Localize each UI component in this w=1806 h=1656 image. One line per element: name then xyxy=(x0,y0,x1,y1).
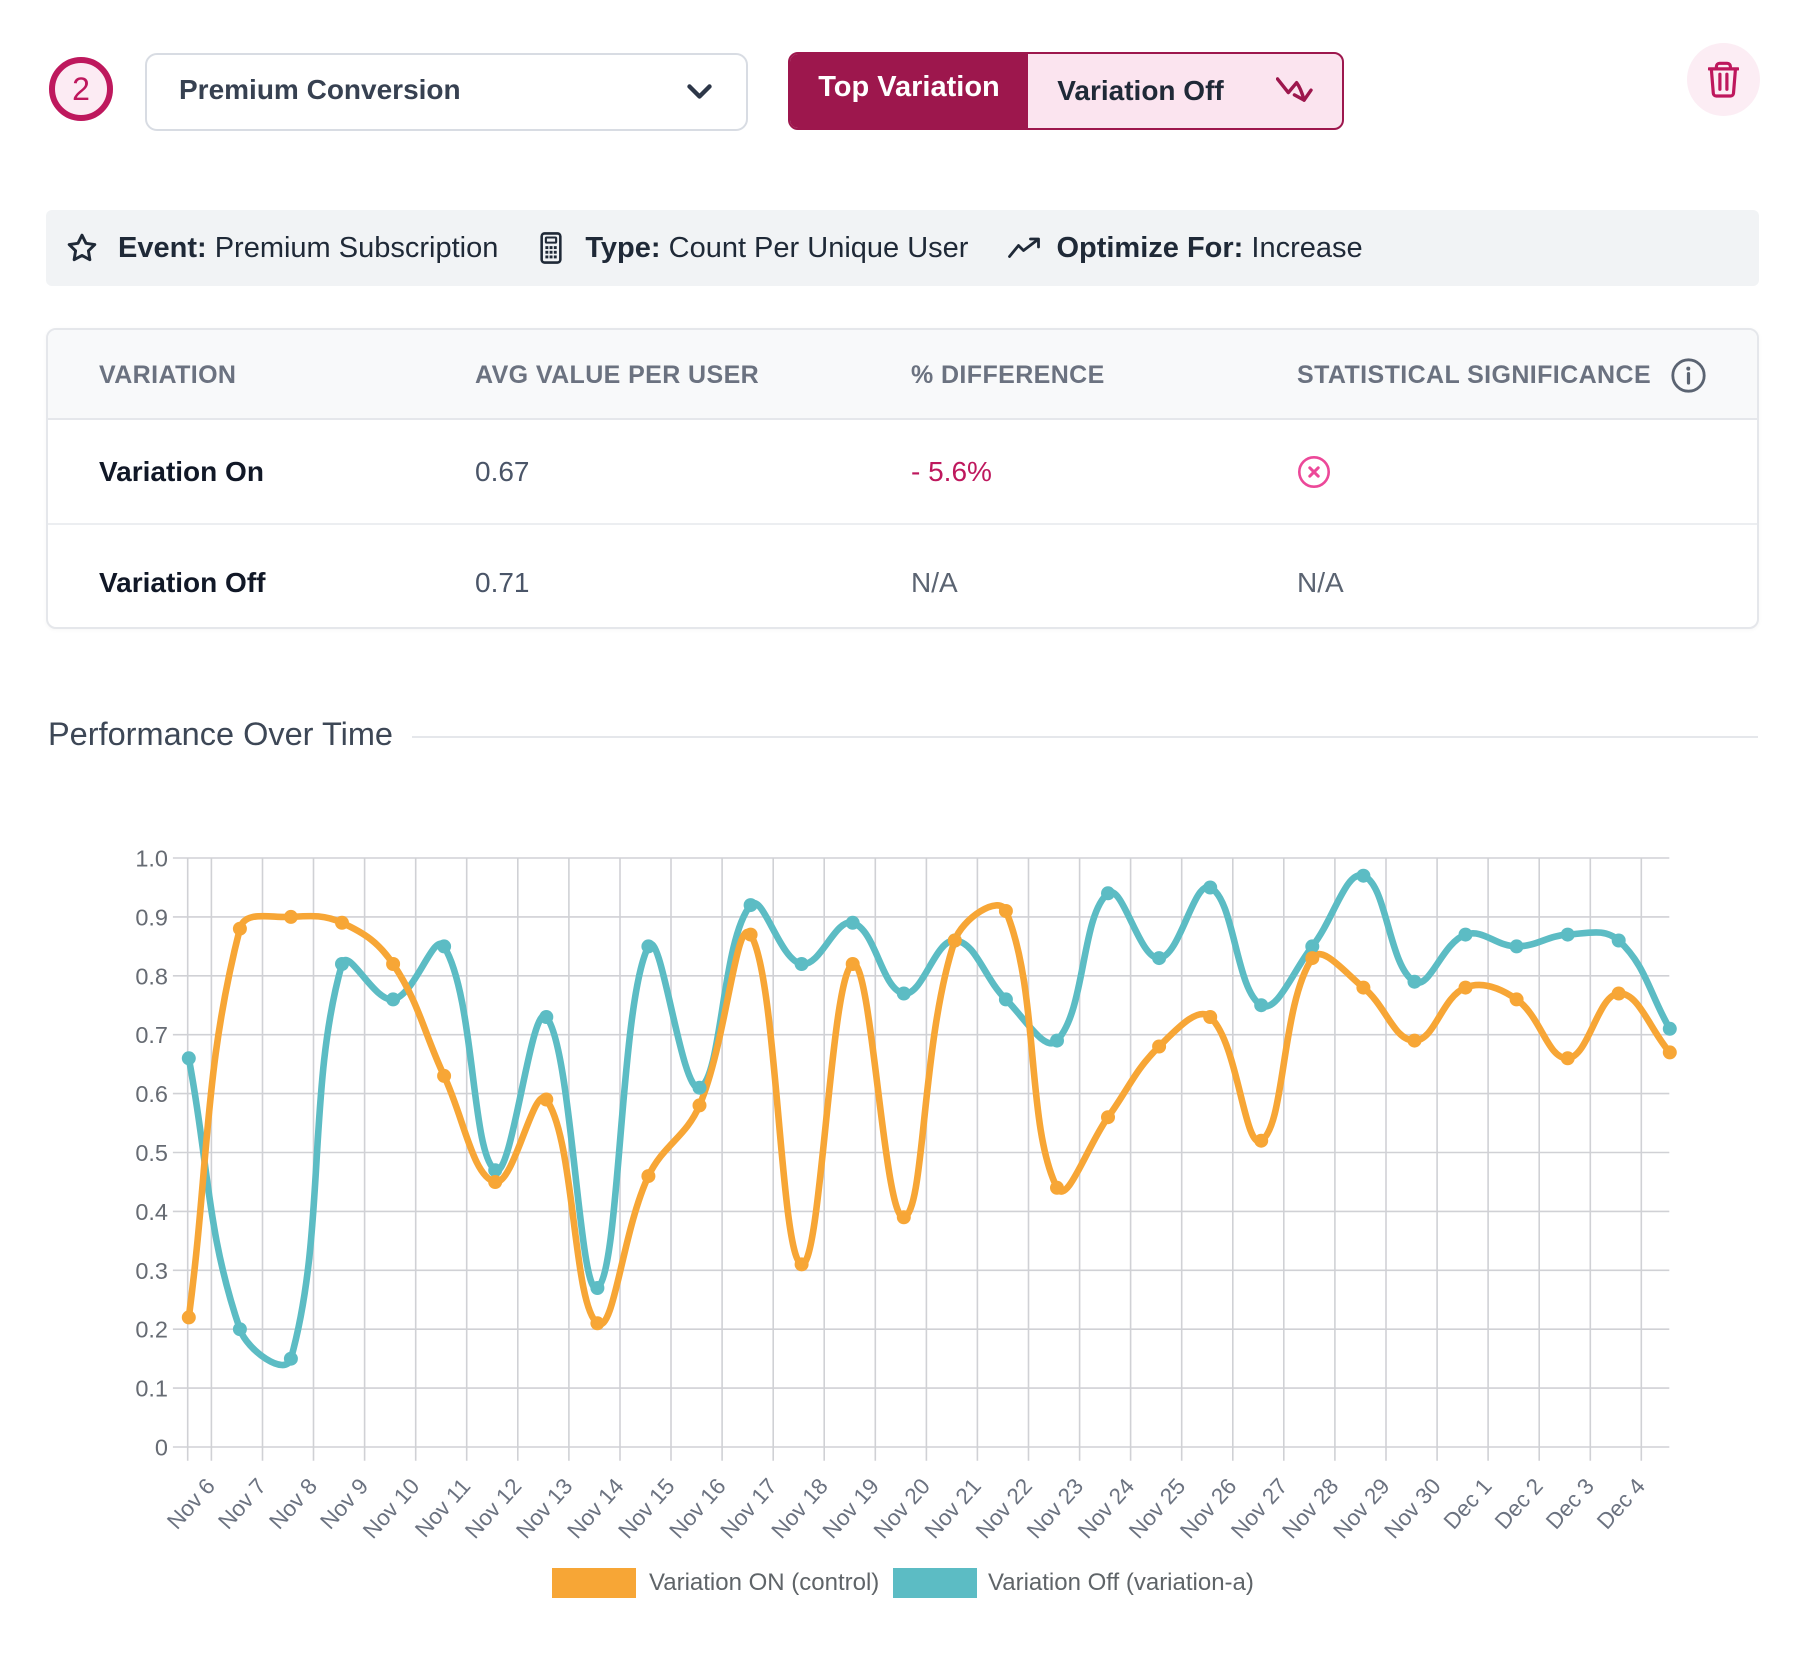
svg-text:Dec 1: Dec 1 xyxy=(1439,1474,1497,1534)
svg-text:0.7: 0.7 xyxy=(135,1022,168,1048)
svg-text:Nov 16: Nov 16 xyxy=(664,1474,730,1544)
svg-text:Nov 7: Nov 7 xyxy=(213,1474,271,1534)
svg-text:1.0: 1.0 xyxy=(135,846,168,872)
svg-text:Nov 14: Nov 14 xyxy=(562,1474,628,1544)
svg-text:Nov 8: Nov 8 xyxy=(264,1474,322,1534)
svg-text:Nov 30: Nov 30 xyxy=(1379,1474,1445,1544)
svg-text:0.6: 0.6 xyxy=(135,1081,168,1107)
svg-text:0.3: 0.3 xyxy=(135,1258,168,1284)
svg-text:Nov 22: Nov 22 xyxy=(971,1474,1037,1544)
svg-text:Nov 20: Nov 20 xyxy=(869,1474,935,1544)
svg-text:0.9: 0.9 xyxy=(135,904,168,930)
svg-text:Nov 28: Nov 28 xyxy=(1277,1474,1343,1544)
svg-text:0.4: 0.4 xyxy=(135,1199,168,1225)
svg-text:Nov 23: Nov 23 xyxy=(1022,1474,1088,1544)
svg-text:Nov 25: Nov 25 xyxy=(1124,1474,1190,1544)
svg-text:Nov 10: Nov 10 xyxy=(358,1474,424,1544)
svg-text:Nov 12: Nov 12 xyxy=(460,1474,526,1544)
svg-text:Nov 26: Nov 26 xyxy=(1175,1474,1241,1544)
svg-text:Nov 15: Nov 15 xyxy=(613,1474,679,1544)
svg-text:Nov 19: Nov 19 xyxy=(818,1474,884,1544)
svg-text:0.2: 0.2 xyxy=(135,1317,168,1343)
svg-text:Nov 24: Nov 24 xyxy=(1073,1474,1139,1544)
svg-text:Dec 2: Dec 2 xyxy=(1490,1474,1548,1534)
svg-text:0.8: 0.8 xyxy=(135,963,168,989)
svg-text:0: 0 xyxy=(155,1435,168,1461)
svg-text:0.5: 0.5 xyxy=(135,1140,168,1166)
svg-text:Dec 3: Dec 3 xyxy=(1541,1474,1599,1534)
svg-text:Dec 4: Dec 4 xyxy=(1592,1474,1650,1534)
svg-text:Nov 13: Nov 13 xyxy=(511,1474,577,1544)
svg-text:Nov 21: Nov 21 xyxy=(920,1474,986,1544)
svg-text:Nov 29: Nov 29 xyxy=(1328,1474,1394,1544)
svg-text:Nov 6: Nov 6 xyxy=(162,1474,220,1534)
svg-text:Nov 18: Nov 18 xyxy=(767,1474,833,1544)
svg-text:Nov 27: Nov 27 xyxy=(1226,1474,1292,1544)
svg-text:Nov 17: Nov 17 xyxy=(716,1474,782,1544)
svg-text:0.1: 0.1 xyxy=(135,1376,168,1402)
